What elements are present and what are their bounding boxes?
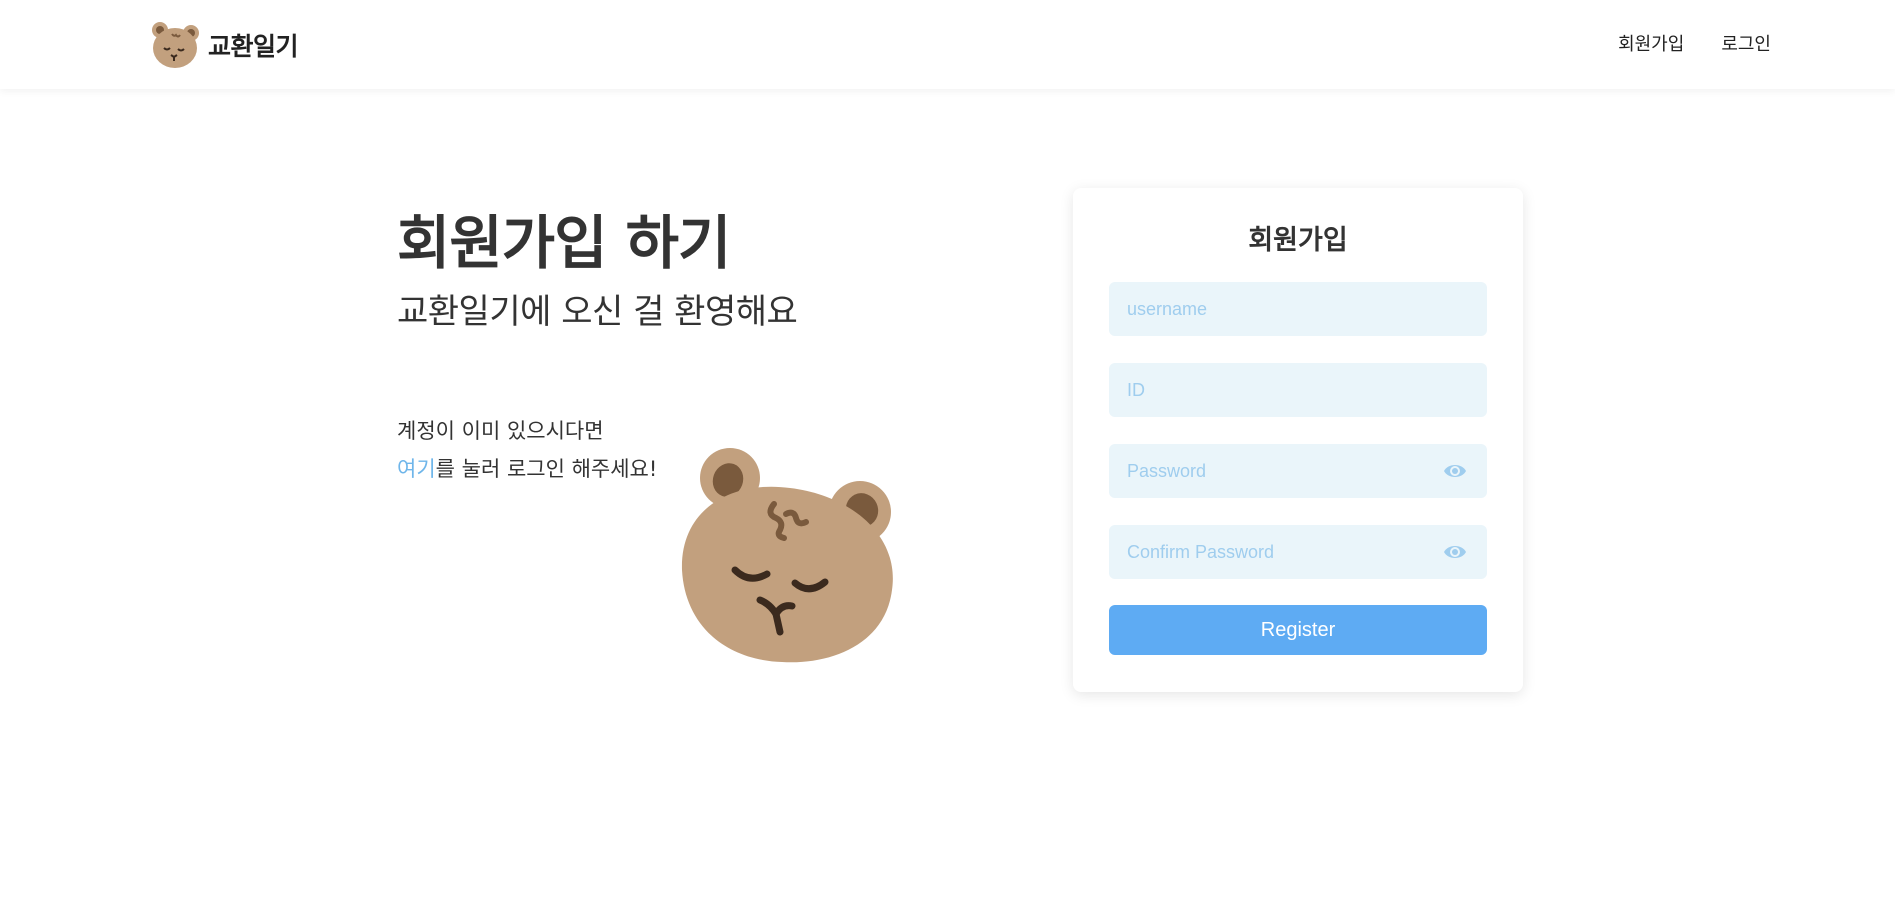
bear-logo-icon <box>152 22 199 68</box>
username-input[interactable] <box>1109 282 1487 336</box>
id-input[interactable] <box>1109 363 1487 417</box>
confirm-password-field <box>1109 525 1487 579</box>
eye-icon[interactable] <box>1443 461 1467 481</box>
password-input[interactable] <box>1109 444 1487 498</box>
username-field <box>1109 282 1487 336</box>
register-button[interactable]: Register <box>1109 605 1487 655</box>
page-title: 회원가입 하기 <box>397 209 731 277</box>
bear-illustration-icon <box>681 448 893 663</box>
login-hint-line2: 여기를 눌러 로그인 해주세요! <box>397 450 657 488</box>
password-field <box>1109 444 1487 498</box>
signup-card-title: 회원가입 <box>1248 225 1348 256</box>
login-hint-line2-text: 를 눌러 로그인 해주세요! <box>435 457 658 481</box>
logo[interactable]: 교환일기 <box>150 20 299 70</box>
nav-login-link[interactable]: 로그인 <box>1721 30 1771 56</box>
main-nav: 회원가입 로그인 <box>1618 30 1771 56</box>
id-field <box>1109 363 1487 417</box>
eye-icon[interactable] <box>1443 542 1467 562</box>
nav-signup-link[interactable]: 회원가입 <box>1618 30 1684 56</box>
signup-card: 회원가입 Register <box>1073 188 1523 692</box>
logo-text: 교환일기 <box>208 32 299 61</box>
site-header: 교환일기 회원가입 로그인 <box>0 0 1895 89</box>
login-hint-line1: 계정이 이미 있으시다면 <box>397 419 604 443</box>
login-here-link[interactable]: 여기 <box>397 457 436 481</box>
login-hint: 계정이 이미 있으시다면 여기를 눌러 로그인 해주세요! <box>397 412 657 488</box>
page-subtitle: 교환일기에 오신 걸 환영해요 <box>397 292 798 332</box>
confirm-password-input[interactable] <box>1109 525 1487 579</box>
